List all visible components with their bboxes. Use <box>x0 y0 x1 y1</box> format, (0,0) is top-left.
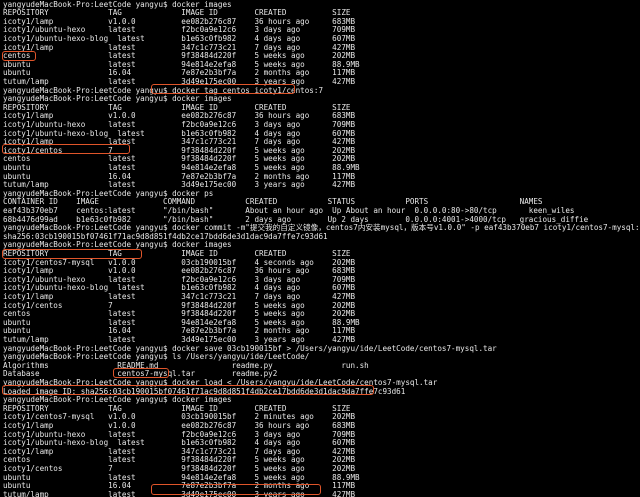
highlight-docker-tag-cmd <box>151 84 295 94</box>
highlight-docker-push-cmd <box>151 484 321 495</box>
highlight-loaded-image-id <box>2 385 374 395</box>
highlight-centos7-row <box>2 144 130 154</box>
highlight-tar-file <box>113 368 169 378</box>
highlight-centos7-mysql-row <box>2 249 142 259</box>
terminal-window[interactable]: yangyudeMacBook-Pro:LeetCode yangyu$ doc… <box>0 0 640 497</box>
highlight-centos <box>2 51 36 61</box>
